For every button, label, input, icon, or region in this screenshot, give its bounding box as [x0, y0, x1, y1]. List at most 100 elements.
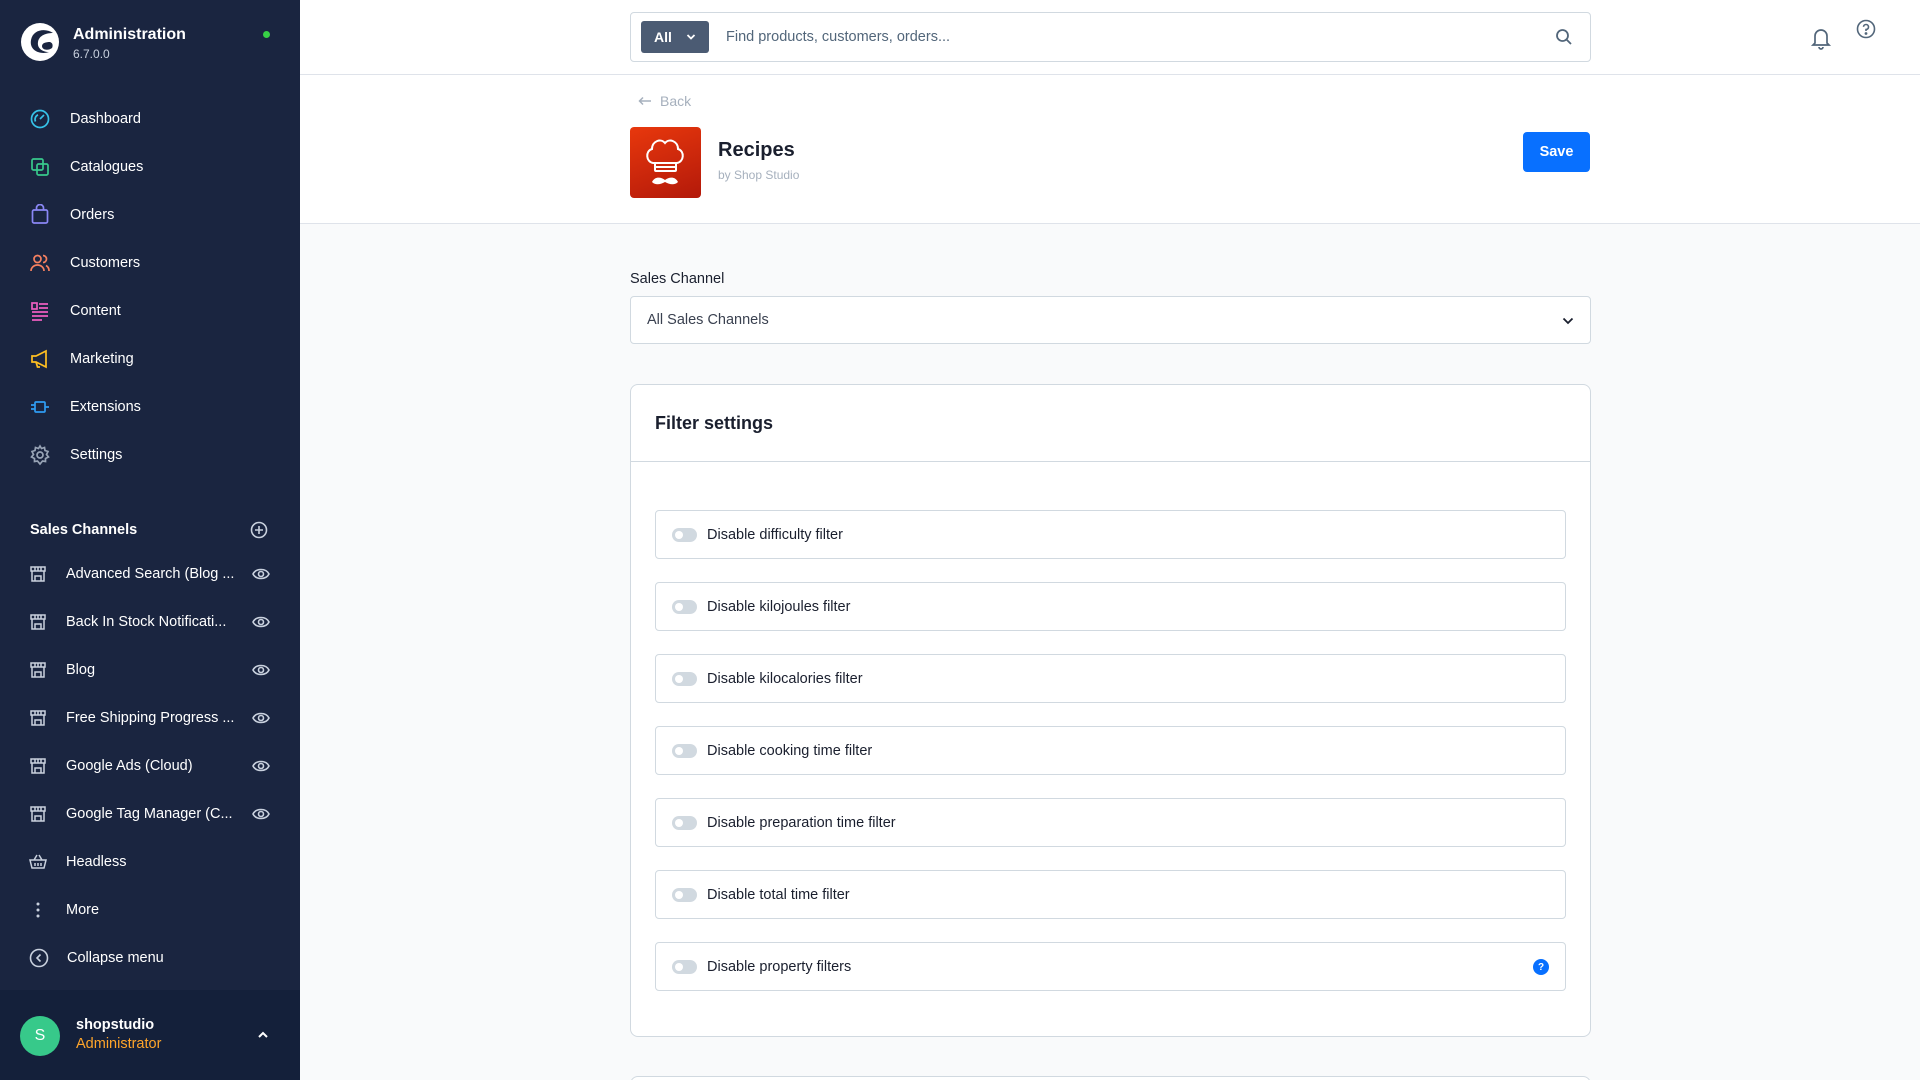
collapse-menu-label: Collapse menu: [67, 950, 164, 966]
sales-channel-field-label: Sales Channel: [630, 271, 725, 287]
filter-row-total-time[interactable]: Disable total time filter: [655, 870, 1566, 919]
toggle-switch[interactable]: [672, 671, 697, 686]
sales-channel-item[interactable]: Back In Stock Notificati...: [0, 598, 300, 646]
filter-label: Disable preparation time filter: [707, 814, 896, 831]
filter-row-preparation-time[interactable]: Disable preparation time filter: [655, 798, 1566, 847]
chef-hat-icon: [646, 139, 684, 185]
notification-bell-icon[interactable]: [1810, 26, 1832, 50]
search-type-label: All: [654, 29, 672, 45]
nav-label: Orders: [70, 207, 115, 223]
eye-icon[interactable]: [252, 614, 270, 630]
storefront-icon: [30, 710, 46, 726]
sales-channel-item[interactable]: Free Shipping Progress ...: [0, 694, 300, 742]
sales-channel-item[interactable]: Blog: [0, 646, 300, 694]
sales-channel-label: Blog: [66, 662, 96, 678]
back-link[interactable]: Back: [638, 93, 691, 109]
help-icon[interactable]: [1856, 19, 1876, 39]
sales-channel-item-headless[interactable]: Headless: [0, 838, 300, 886]
sidebar: Administration 6.7.0.0 Dashboard Catalog…: [0, 0, 300, 1080]
storefront-icon: [30, 566, 46, 582]
main-nav: Dashboard Catalogues Orders Customers Co…: [0, 95, 300, 479]
nav-label: Marketing: [70, 351, 134, 367]
page-header: Back Recipes by Shop Studio Save: [300, 75, 1920, 224]
sales-channel-label: Free Shipping Progress ...: [66, 710, 235, 726]
filter-row-cooking-time[interactable]: Disable cooking time filter: [655, 726, 1566, 775]
user-menu[interactable]: S shopstudio Administrator: [0, 990, 300, 1080]
sales-channel-label: More: [66, 902, 100, 918]
filter-list: Disable difficulty filter Disable kilojo…: [655, 510, 1566, 1014]
app-author: by Shop Studio: [718, 168, 800, 182]
filter-label: Disable total time filter: [707, 886, 850, 903]
search-input[interactable]: [726, 23, 1526, 51]
toggle-switch[interactable]: [672, 815, 697, 830]
storefront-icon: [30, 614, 46, 630]
eye-icon[interactable]: [252, 662, 270, 678]
shopware-logo-icon[interactable]: [20, 22, 60, 62]
nav-item-dashboard[interactable]: Dashboard: [0, 95, 300, 143]
filter-row-property[interactable]: Disable property filters ?: [655, 942, 1566, 991]
filter-settings-card: Filter settings Disable difficulty filte…: [630, 384, 1591, 1037]
sales-channel-item[interactable]: Google Ads (Cloud): [0, 742, 300, 790]
add-sales-channel-icon[interactable]: [250, 521, 268, 539]
dashboard-icon: [30, 109, 50, 129]
filter-label: Disable property filters: [707, 958, 852, 975]
sales-channel-select[interactable]: All Sales Channels: [630, 296, 1591, 344]
eye-icon[interactable]: [252, 566, 270, 582]
sales-channel-label: Google Ads (Cloud): [66, 758, 193, 774]
nav-item-customers[interactable]: Customers: [0, 239, 300, 287]
nav-label: Content: [70, 303, 121, 319]
sales-channel-label: Back In Stock Notificati...: [66, 614, 227, 630]
search-icon[interactable]: [1555, 28, 1573, 46]
collapse-menu-button[interactable]: Collapse menu: [29, 948, 164, 968]
nav-item-extensions[interactable]: Extensions: [0, 383, 300, 431]
sales-channel-label: Google Tag Manager (C...: [66, 806, 233, 822]
eye-icon[interactable]: [252, 758, 270, 774]
help-tooltip-icon[interactable]: ?: [1533, 959, 1549, 975]
nav-item-orders[interactable]: Orders: [0, 191, 300, 239]
sales-channel-select-value: All Sales Channels: [647, 312, 769, 328]
sales-channel-item[interactable]: Google Tag Manager (C...: [0, 790, 300, 838]
nav-item-marketing[interactable]: Marketing: [0, 335, 300, 383]
toggle-switch[interactable]: [672, 887, 697, 902]
sales-channel-list: Advanced Search (Blog ... Back In Stock …: [0, 550, 300, 934]
chevron-up-icon[interactable]: [256, 1028, 270, 1042]
app-title: Recipes: [718, 139, 795, 161]
save-button[interactable]: Save: [1523, 132, 1590, 172]
nav-item-content[interactable]: Content: [0, 287, 300, 335]
eye-icon[interactable]: [252, 806, 270, 822]
orders-icon: [31, 204, 49, 224]
recipes-app-icon: [630, 127, 701, 198]
sales-channel-label: Headless: [66, 854, 127, 870]
chevron-left-circle-icon: [29, 948, 49, 968]
eye-icon[interactable]: [252, 710, 270, 726]
sales-channel-more[interactable]: More: [0, 886, 300, 934]
filter-label: Disable kilocalories filter: [707, 670, 863, 687]
global-search: All: [630, 12, 1591, 62]
card-title: Filter settings: [655, 412, 774, 433]
brand-title: Administration: [73, 26, 186, 43]
storefront-icon: [30, 806, 46, 822]
nav-item-catalogues[interactable]: Catalogues: [0, 143, 300, 191]
toggle-switch[interactable]: [672, 743, 697, 758]
sales-channel-label: Advanced Search (Blog ...: [66, 566, 235, 582]
nav-label: Dashboard: [70, 111, 141, 127]
filter-row-difficulty[interactable]: Disable difficulty filter: [655, 510, 1566, 559]
toggle-switch[interactable]: [672, 527, 697, 542]
user-name: shopstudio: [76, 1017, 155, 1033]
sales-channel-item[interactable]: Advanced Search (Blog ...: [0, 550, 300, 598]
content-icon: [31, 302, 48, 321]
nav-item-settings[interactable]: Settings: [0, 431, 300, 479]
filter-row-kilocalories[interactable]: Disable kilocalories filter: [655, 654, 1566, 703]
brand-version: 6.7.0.0: [73, 47, 110, 61]
card-header: Filter settings: [631, 385, 1590, 462]
toggle-switch[interactable]: [672, 599, 697, 614]
storefront-icon: [30, 662, 46, 678]
filter-row-kilojoules[interactable]: Disable kilojoules filter: [655, 582, 1566, 631]
chevron-down-icon: [686, 34, 696, 40]
search-type-select[interactable]: All: [641, 21, 709, 53]
back-label: Back: [660, 93, 692, 109]
brand: Administration 6.7.0.0: [20, 22, 280, 62]
toggle-switch[interactable]: [672, 959, 697, 974]
marketing-icon: [31, 349, 47, 369]
chevron-down-icon: [1562, 317, 1574, 325]
